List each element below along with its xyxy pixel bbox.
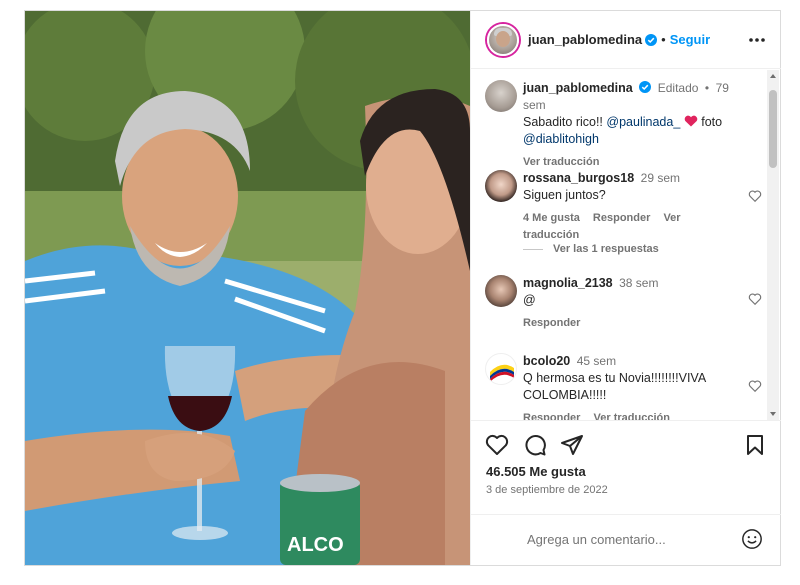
comment-avatar[interactable] [485,353,517,385]
caption-after-heart: foto [701,115,723,129]
comment-likes[interactable]: 4 Me gusta [523,212,580,224]
comment-username[interactable]: rossana_burgos18 [523,171,634,185]
comment-like-icon[interactable] [748,189,762,203]
comment-text: Q hermosa es tu Novia!!!!!!!!VIVA COLOMB… [523,371,706,402]
caption-edited: Editado [657,81,699,95]
post-details: juan_pablomedina • Seguir juan_pablomedi… [470,11,781,565]
scroll-up-arrow-icon[interactable] [770,74,776,78]
red-heart-emoji-icon [684,115,698,127]
caption-username[interactable]: juan_pablomedina [523,81,633,95]
comment-bubble-icon[interactable] [523,433,547,457]
comment-reply-button[interactable]: Responder [523,412,580,420]
comments-list[interactable]: juan_pablomedina Editado • 79 sem Sabadi… [471,70,766,420]
comment-time[interactable]: 29 sem [641,171,680,185]
comment-username[interactable]: bcolo20 [523,354,570,368]
save-bookmark-icon[interactable] [743,433,767,457]
colombia-flag-icon [490,364,514,382]
author-username[interactable]: juan_pablomedina [528,32,642,47]
post-actions [471,431,781,461]
comment-avatar[interactable] [485,170,517,202]
comment-like-icon[interactable] [748,379,762,393]
view-replies-button[interactable]: Ver las 1 respuestas [523,243,659,255]
comments-scrollbar[interactable] [767,70,779,420]
author-avatar[interactable] [487,23,519,56]
comment-like-icon[interactable] [748,292,762,306]
caption-avatar[interactable] [485,80,517,112]
comment-avatar[interactable] [485,275,517,307]
photo-illustration: ALCO [25,11,470,565]
caption-mention-2[interactable]: @diablitohigh [523,131,745,148]
comment-text: @ [523,293,536,307]
comment-reply-button[interactable]: Responder [523,317,580,329]
comment-reply-button[interactable]: Responder [593,212,650,224]
emoji-smiley-icon[interactable] [741,528,763,550]
post-photo[interactable]: ALCO [25,11,470,565]
caption-mention-1[interactable]: @paulinada_ [606,115,680,129]
share-paper-plane-icon[interactable] [560,433,584,457]
caption-separator: • [704,81,710,95]
caption-verified-icon [639,81,652,93]
like-count[interactable]: 46.505 Me gusta [486,464,586,479]
post-modal: ALCO juan_pablomedina • Seguir juan_pabl… [24,10,781,566]
scroll-down-arrow-icon[interactable] [770,412,776,416]
like-heart-icon[interactable] [485,433,509,457]
comment-time[interactable]: 45 sem [577,354,616,368]
header-separator: • [661,32,666,47]
caption-text: Sabadito rico!! [523,115,603,129]
post-header: juan_pablomedina • Seguir [471,11,781,69]
view-replies-label: Ver las 1 respuestas [553,243,659,255]
comment-text: Siguen juntos? [523,188,606,202]
add-comment-bar [471,514,781,565]
comment-username[interactable]: magnolia_2138 [523,276,613,290]
scrollbar-thumb[interactable] [769,90,777,168]
can-label: ALCO [287,534,344,556]
verified-badge-icon [645,33,658,46]
add-comment-input[interactable] [527,532,727,547]
post-date[interactable]: 3 de septiembre de 2022 [486,484,608,496]
replies-divider [523,248,543,250]
comment-time[interactable]: 38 sem [619,276,658,290]
caption-translate-link[interactable]: Ver traducción [523,156,599,168]
follow-button[interactable]: Seguir [670,32,710,47]
more-options-icon[interactable] [747,30,767,50]
comment-translate-link[interactable]: Ver traducción [594,412,670,420]
divider [471,420,781,421]
